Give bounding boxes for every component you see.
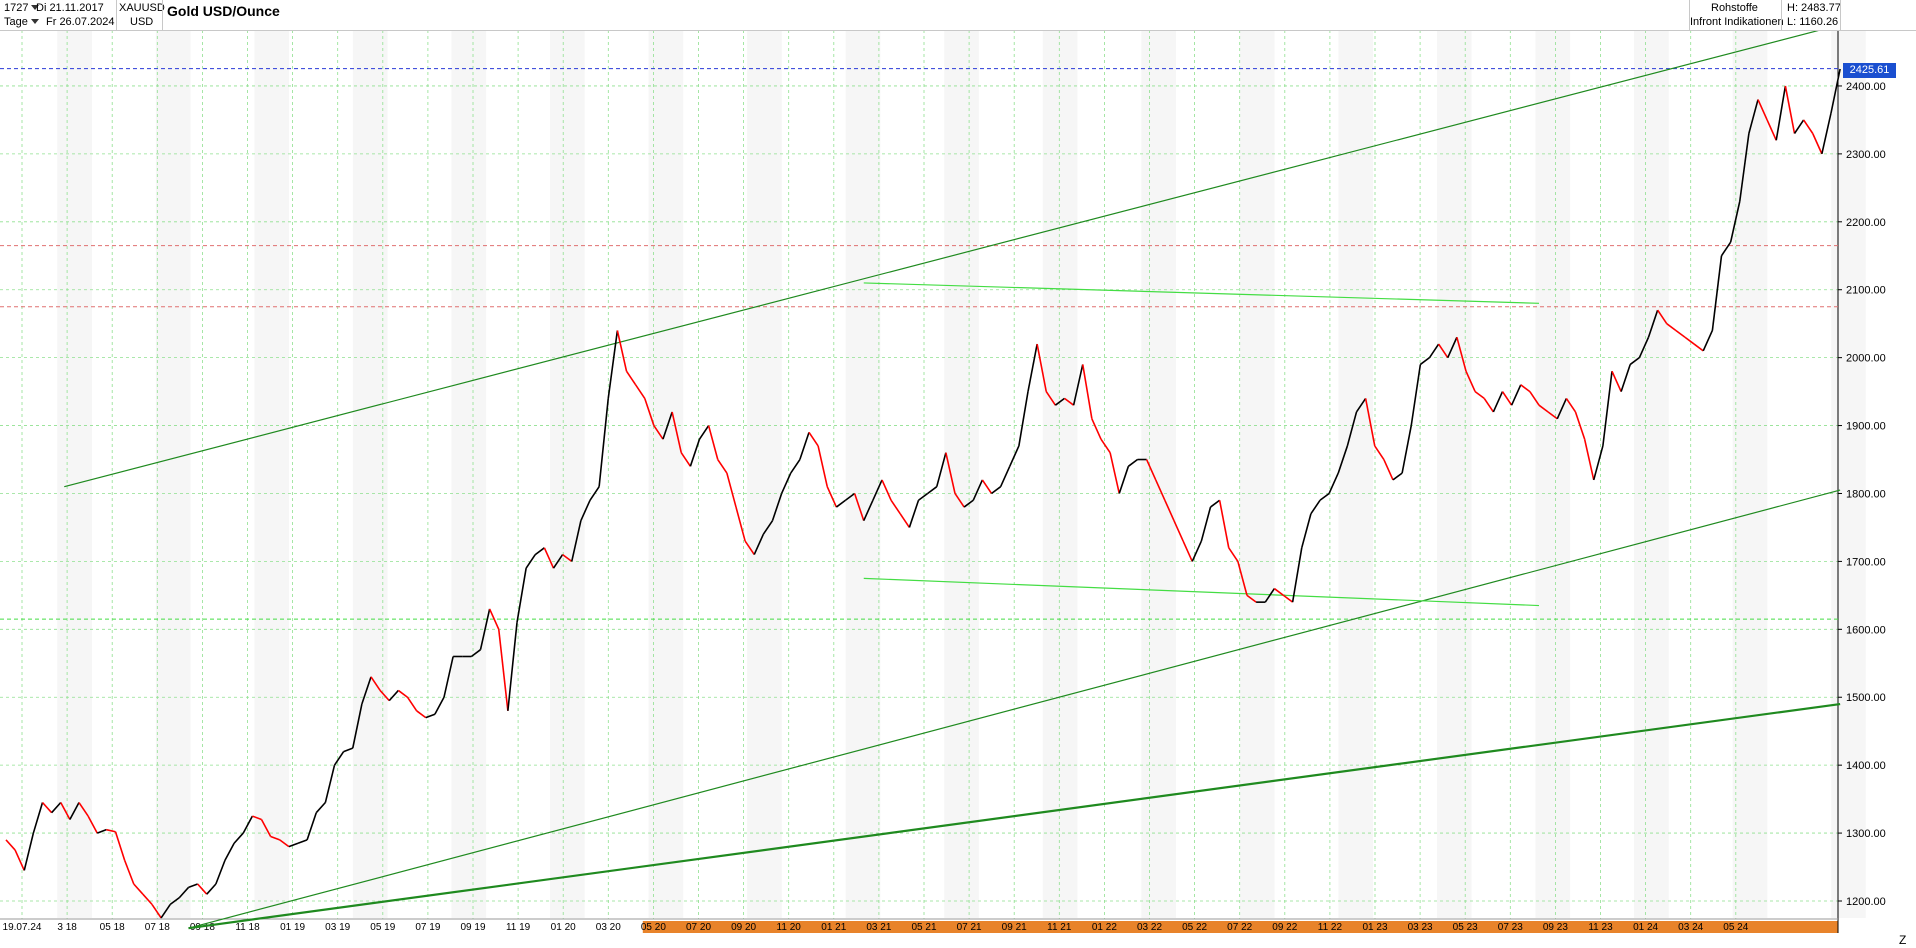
x-tick-label: 05 20 <box>641 922 666 933</box>
background-band <box>747 30 782 918</box>
header-divider <box>116 0 117 30</box>
x-tick-label: 03 19 <box>325 922 350 933</box>
x-tick-label: 01 22 <box>1092 922 1117 933</box>
background-band <box>1634 30 1669 918</box>
x-tick-label: 07 23 <box>1498 922 1523 933</box>
x-tick-label: 03 20 <box>596 922 621 933</box>
background-band <box>1042 30 1078 918</box>
y-tick-label: 1800.00 <box>1846 488 1886 500</box>
y-tick-label: 2300.00 <box>1846 149 1886 161</box>
background-band <box>57 30 92 918</box>
chevron-down-icon <box>30 19 39 24</box>
to-date: Fr 26.07.2024 <box>46 16 115 28</box>
x-tick-label: 11 19 <box>506 922 531 933</box>
last-price-badge: 2425.61 <box>1843 63 1896 78</box>
x-tick-label: 01 19 <box>280 922 305 933</box>
x-tick-label: 09 21 <box>1002 922 1027 933</box>
x-tick-label: 3 18 <box>57 922 77 933</box>
header-divider <box>162 0 163 30</box>
timeframe: Tage <box>4 16 28 28</box>
x-tick-label: 11 18 <box>235 922 260 933</box>
x-tick-label: 05 19 <box>370 922 395 933</box>
header-divider <box>1781 0 1782 30</box>
zoom-button[interactable]: Z <box>1899 933 1906 947</box>
background-band <box>352 30 388 918</box>
x-tick-label: 01 23 <box>1362 922 1387 933</box>
y-tick-label: 1400.00 <box>1846 760 1886 772</box>
y-tick-label: 1300.00 <box>1846 828 1886 840</box>
x-tick-label: 03 22 <box>1137 922 1162 933</box>
background-band <box>1338 30 1374 918</box>
x-tick-label: 03 21 <box>866 922 891 933</box>
x-tick-label: 01 24 <box>1633 922 1658 933</box>
chart-header: 1727 Di 21.11.2017 Tage Fr 26.07.2024 XA… <box>0 0 1916 31</box>
price-chart[interactable]: 1200.00 1300.00 1400.00 1500.00 1600.00 1700.… <box>0 0 1916 948</box>
background-band <box>155 30 191 918</box>
background-band <box>1831 30 1866 918</box>
y-tick-label: 1500.00 <box>1846 692 1886 704</box>
y-tick-label: 2400.00 <box>1846 81 1886 93</box>
x-tick-label: 11 22 <box>1318 922 1343 933</box>
from-date: Di 21.11.2017 <box>36 2 104 14</box>
x-tick-label: 07 18 <box>145 922 170 933</box>
x-tick-label: 07 22 <box>1227 922 1252 933</box>
y-tick-label: 2100.00 <box>1846 285 1886 297</box>
x-tick-label: 01 21 <box>821 922 846 933</box>
background-band <box>845 30 881 918</box>
x-tick-label: 11 21 <box>1047 922 1072 933</box>
x-tick-label: 05 18 <box>100 922 125 933</box>
background-band <box>1436 30 1472 918</box>
x-tick-label: 09 20 <box>731 922 756 933</box>
x-tick-label: 05 21 <box>911 922 936 933</box>
x-tick-label: 11 23 <box>1588 922 1613 933</box>
header-divider <box>1840 0 1841 30</box>
y-tick-label: 2200.00 <box>1846 217 1886 229</box>
x-tick-label: 09 22 <box>1272 922 1297 933</box>
x-tick-label: 05 23 <box>1453 922 1478 933</box>
x-tick-label: 03 23 <box>1408 922 1433 933</box>
background-band <box>944 30 979 918</box>
x-tick-label: 19.07.24 <box>3 922 42 933</box>
x-tick-label: 07 19 <box>415 922 440 933</box>
x-tick-label: 07 21 <box>957 922 982 933</box>
x-tick-label: 07 20 <box>686 922 711 933</box>
category: Rohstoffe <box>1711 2 1758 14</box>
y-tick-label: 1600.00 <box>1846 624 1886 636</box>
chart-title: Gold USD/Ounce <box>167 3 280 19</box>
data-source: Infront Indikationen <box>1690 16 1784 28</box>
y-tick-label: 2000.00 <box>1846 353 1886 365</box>
x-tick-label: 01 20 <box>551 922 576 933</box>
currency: USD <box>130 16 154 28</box>
y-tick-label: 1200.00 <box>1846 896 1886 908</box>
high-value: H: 2483.77 <box>1787 2 1841 14</box>
bar-count: 1727 <box>4 2 29 14</box>
low-value: L: 1160.26 <box>1787 16 1839 28</box>
x-tick-label: 05 24 <box>1723 922 1748 933</box>
x-tick-label: 05 22 <box>1182 922 1207 933</box>
x-tick-label: 09 23 <box>1543 922 1568 933</box>
x-tick-label: 11 20 <box>777 922 802 933</box>
background-band <box>1732 30 1768 918</box>
y-tick-label: 1700.00 <box>1846 556 1886 568</box>
symbol: XAUUSD <box>119 2 165 14</box>
background-band <box>1535 30 1571 918</box>
background-band <box>1141 30 1176 918</box>
timeframe-selector[interactable]: Tage <box>4 15 42 29</box>
y-tick-label: 1900.00 <box>1846 421 1886 433</box>
background-band <box>254 30 290 918</box>
background-band <box>550 30 585 918</box>
x-tick-label: 09 19 <box>460 922 485 933</box>
x-tick-label: 03 24 <box>1678 922 1703 933</box>
background-band <box>451 30 487 918</box>
